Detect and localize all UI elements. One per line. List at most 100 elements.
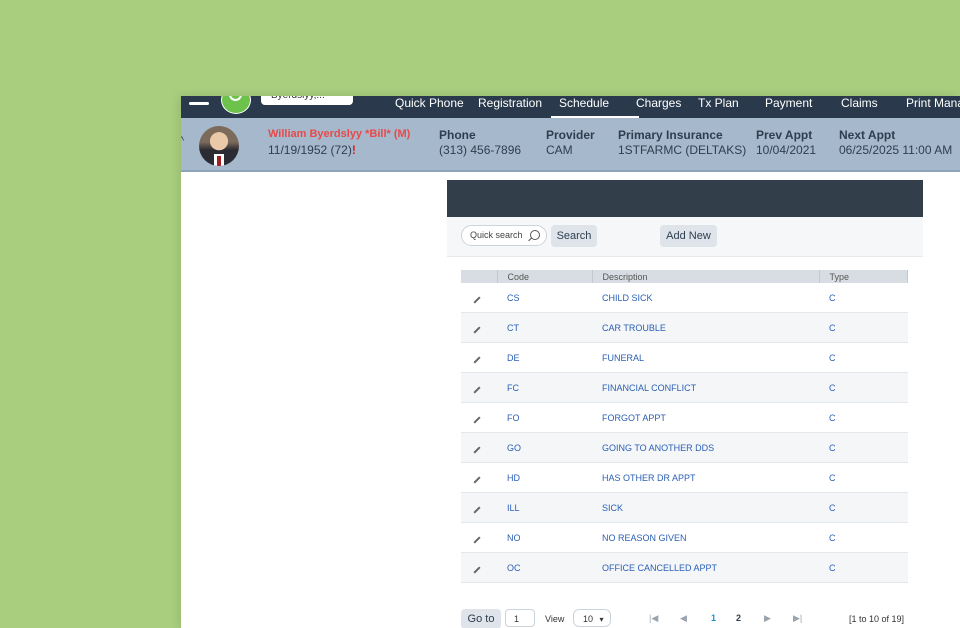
avatar-tie: [217, 156, 221, 166]
row-code: HD: [497, 462, 592, 493]
table-row[interactable]: CS CHILD SICK C: [461, 283, 908, 313]
next-appt-label: Next Appt: [839, 128, 896, 142]
app-window: Byerdslyy,... Quick Phone Registration S…: [181, 96, 960, 628]
nav-quick-phone[interactable]: Quick Phone: [395, 96, 464, 118]
edit-pencil-icon[interactable]: [461, 283, 497, 313]
row-code: OC: [497, 552, 592, 583]
patient-dob: 11/19/1952 (72): [268, 143, 352, 157]
nav-print-manager[interactable]: Print Manag: [906, 96, 960, 118]
row-description: FINANCIAL CONFLICT: [592, 372, 819, 403]
patient-search-input[interactable]: Byerdslyy,...: [261, 96, 353, 105]
row-code: ILL: [497, 492, 592, 523]
prev-appt-value: 10/04/2021: [756, 143, 817, 157]
row-description: OFFICE CANCELLED APPT: [592, 552, 819, 583]
hamburger-menu-icon[interactable]: [189, 102, 209, 105]
edit-pencil-icon[interactable]: [461, 402, 497, 433]
panel-header: [447, 180, 923, 217]
page-2-button[interactable]: 2: [736, 613, 741, 623]
page-1-button[interactable]: 1: [711, 613, 716, 623]
edit-pencil-icon[interactable]: [461, 342, 497, 373]
patient-name[interactable]: William Byerdslyy *Bill* (M): [268, 128, 410, 140]
patient-avatar[interactable]: [199, 126, 239, 166]
table-row[interactable]: NO NO REASON GIVEN C: [461, 522, 908, 553]
row-code: GO: [497, 432, 592, 463]
phone-label: Phone: [439, 128, 476, 142]
row-code: CS: [497, 283, 592, 313]
insurance-label: Primary Insurance: [618, 128, 723, 142]
nav-registration[interactable]: Registration: [478, 96, 542, 118]
edit-pencil-icon[interactable]: [461, 432, 497, 463]
table-row[interactable]: HD HAS OTHER DR APPT C: [461, 462, 908, 493]
next-page-icon[interactable]: ▶: [764, 613, 771, 624]
table-row[interactable]: GO GOING TO ANOTHER DDS C: [461, 432, 908, 463]
go-to-page-input[interactable]: 1: [505, 609, 535, 627]
nav-claims[interactable]: Claims: [841, 96, 878, 118]
patient-info-bar: ^ William Byerdslyy *Bill* (M) 11/19/195…: [181, 118, 960, 172]
row-type: C: [819, 522, 908, 553]
next-appt-value: 06/25/2025 11:00 AM: [839, 143, 953, 157]
patient-dob-wrap: 11/19/1952 (72)!: [268, 143, 356, 157]
medical-alert-icon[interactable]: !: [352, 143, 356, 157]
edit-pencil-icon[interactable]: [461, 552, 497, 583]
nav-payment[interactable]: Payment: [765, 96, 812, 118]
provider-value: CAM: [546, 143, 573, 157]
table-body: CS CHILD SICK C CT CAR TROUBLE C DE FUNERAL C FC F…: [461, 283, 908, 583]
search-button[interactable]: Search: [551, 225, 597, 247]
row-code: FO: [497, 402, 592, 433]
nav-charges[interactable]: Charges: [636, 96, 681, 118]
add-new-button[interactable]: Add New: [660, 225, 717, 247]
collapse-chevron-icon[interactable]: ^: [181, 135, 184, 147]
top-nav-bar: Byerdslyy,... Quick Phone Registration S…: [181, 96, 960, 118]
logo-mark-icon: [229, 96, 242, 101]
prev-appt-label: Prev Appt: [756, 128, 813, 142]
table-row[interactable]: FC FINANCIAL CONFLICT C: [461, 372, 908, 403]
nav-schedule[interactable]: Schedule: [551, 96, 639, 118]
nav-tx-plan[interactable]: Tx Plan: [698, 96, 739, 118]
page-size-select[interactable]: 10 ▾: [573, 609, 611, 627]
edit-pencil-icon[interactable]: [461, 372, 497, 403]
row-description: NO REASON GIVEN: [592, 522, 819, 553]
panel-toolbar: Quick search Search Add New: [447, 217, 923, 257]
last-page-icon[interactable]: ▶|: [793, 613, 802, 624]
row-code: CT: [497, 312, 592, 343]
table-row[interactable]: OC OFFICE CANCELLED APPT C: [461, 552, 908, 583]
cancel-reasons-panel: Quick search Search Add New Code Descrip…: [447, 180, 923, 628]
phone-value: (313) 456-7896: [439, 143, 522, 157]
column-header-type[interactable]: Type: [819, 270, 908, 283]
row-type: C: [819, 462, 908, 493]
row-code: DE: [497, 342, 592, 373]
column-header-description[interactable]: Description: [592, 270, 820, 283]
row-description: FUNERAL: [592, 342, 819, 373]
table-header-row: Code Description Type: [461, 270, 908, 283]
first-page-icon[interactable]: |◀: [649, 613, 658, 624]
row-type: C: [819, 402, 908, 433]
page-size-value: 10: [583, 614, 594, 624]
edit-column-header: [461, 270, 498, 283]
column-header-code[interactable]: Code: [497, 270, 593, 283]
insurance-value: 1STFARMC (DELTAKS): [618, 143, 747, 157]
edit-pencil-icon[interactable]: [461, 312, 497, 343]
edit-pencil-icon[interactable]: [461, 522, 497, 553]
row-type: C: [819, 372, 908, 403]
row-code: NO: [497, 522, 592, 553]
row-description: CAR TROUBLE: [592, 312, 819, 343]
search-icon: [530, 230, 540, 240]
quick-search-input[interactable]: Quick search: [461, 225, 547, 246]
edit-pencil-icon[interactable]: [461, 492, 497, 523]
codes-table: Code Description Type CS CHILD SICK C CT CAR…: [461, 270, 908, 583]
table-row[interactable]: DE FUNERAL C: [461, 342, 908, 373]
row-type: C: [819, 552, 908, 583]
view-label: View: [545, 614, 565, 624]
table-row[interactable]: FO FORGOT APPT C: [461, 402, 908, 433]
pagination-summary: [1 to 10 of 19]: [849, 614, 905, 624]
go-to-button[interactable]: Go to: [461, 609, 501, 628]
table-row[interactable]: ILL SICK C: [461, 492, 908, 523]
edit-pencil-icon[interactable]: [461, 462, 497, 493]
row-type: C: [819, 312, 908, 343]
app-logo[interactable]: [221, 96, 251, 114]
table-row[interactable]: CT CAR TROUBLE C: [461, 312, 908, 343]
prev-page-icon[interactable]: ◀: [680, 613, 687, 624]
pagination-bar: Go to 1 View 10 ▾ |◀ ◀ 1 2 ▶ ▶| [1 to 10…: [461, 608, 908, 628]
row-type: C: [819, 342, 908, 373]
row-description: SICK: [592, 492, 819, 523]
